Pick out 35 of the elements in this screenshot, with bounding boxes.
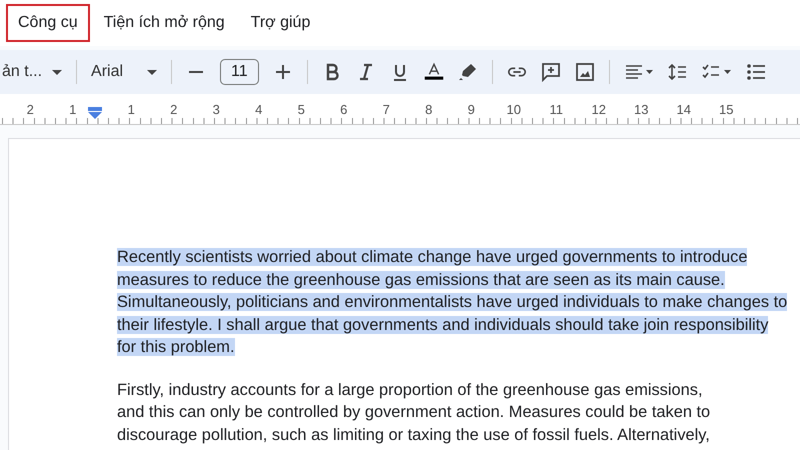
ruler-number: 7 [382, 102, 391, 116]
caret-icon [147, 70, 158, 74]
caret-icon [52, 70, 62, 74]
menu-item[interactable]: Tiện ích mở rộng [92, 4, 237, 42]
ruler-number: 15 [718, 102, 734, 116]
image-icon[interactable] [574, 62, 595, 82]
font-dropdown[interactable]: Arial [91, 63, 158, 81]
align-icon[interactable] [624, 62, 654, 82]
line-spacing-icon[interactable] [668, 62, 688, 82]
ruler-number: 13 [633, 102, 650, 116]
ruler-number: 12 [590, 102, 607, 116]
font-size-field[interactable]: 11 [220, 59, 259, 85]
ruler-number: 2 [169, 102, 178, 116]
menu-item[interactable]: Công cụ [6, 4, 90, 42]
menu-item[interactable]: Trợ giúp [238, 4, 322, 42]
ruler-number: 8 [424, 102, 434, 116]
ruler-number: 10 [506, 102, 522, 116]
ruler-number: 9 [466, 102, 476, 116]
style-dropdown[interactable]: ản t... [2, 63, 62, 81]
indent-marker-icon[interactable] [88, 107, 102, 119]
paragraph: Firstly, industry accounts for a large proportion of the greenhouse gas emissions, and this can only be controlled by government action. Measures could be taken to discourage pollution, such as limiting or taxing the use of fossil fuels. Alternatively, [117, 380, 712, 446]
highlighter-icon[interactable] [458, 62, 478, 82]
text-color-icon[interactable] [424, 62, 444, 82]
ruler-number: 2 [26, 102, 35, 116]
paragraph: Recently scientists worried about climate change have urged governments to introduce measures to reduce the greenhouse gas emissions that are seen as its main cause. Simultaneously, politicians and environmentalists have urged individuals to make changes to their lifestyle. I shall argue that governments and individuals should take join responsibility for this problem. [117, 247, 788, 358]
add-comment-icon[interactable] [540, 62, 561, 82]
ruler-number: 1 [68, 102, 78, 116]
ruler-number: 3 [212, 102, 221, 116]
ruler-number: 5 [296, 102, 306, 116]
ruler-number: 11 [548, 102, 564, 116]
ruler-number: 4 [254, 102, 264, 116]
ruler-number: 14 [676, 102, 692, 116]
ruler-number: 6 [339, 102, 348, 116]
bulleted-list-icon[interactable] [746, 62, 766, 82]
ruler-number: 1 [126, 102, 136, 116]
